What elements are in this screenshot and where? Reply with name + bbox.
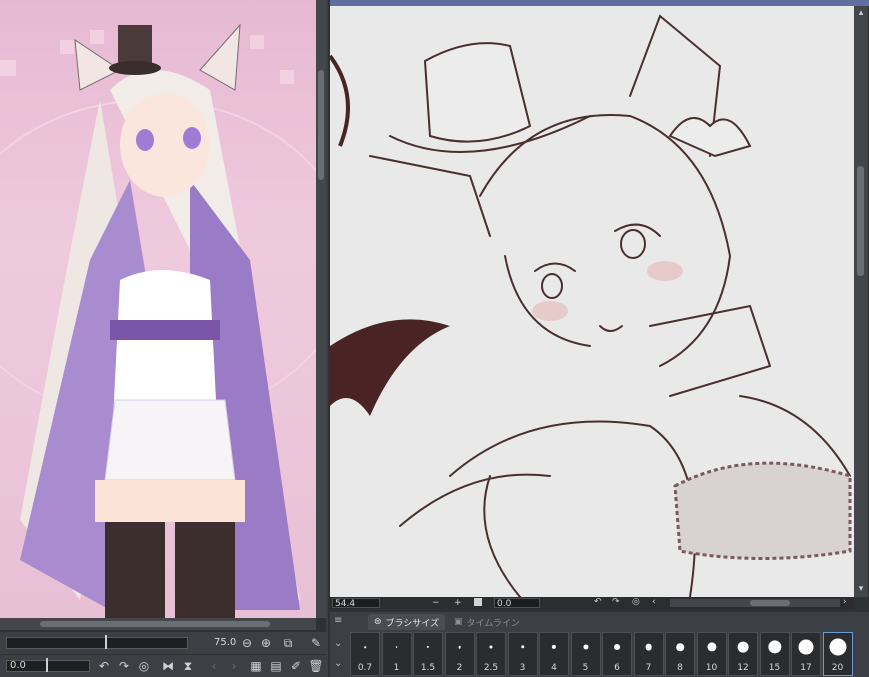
brush-size-label: 2.5 <box>483 663 499 673</box>
brush-size-cell[interactable]: 8 <box>665 632 695 676</box>
reference-zoom-toolbar: 75.0 ⊖ ⊕ ⧉ ✎ <box>0 632 326 654</box>
tab-brush-size[interactable]: ⊜ ブラシサイズ <box>368 614 446 630</box>
tab-timeline[interactable]: ▣ タイムライン <box>448 614 526 630</box>
brush-size-label: 8 <box>677 663 683 673</box>
brush-size-label: 4 <box>551 663 557 673</box>
brush-size-label: 7 <box>645 663 652 673</box>
brush-size-cell[interactable]: 6 <box>602 632 632 676</box>
collapse-icon[interactable]: ⌄ <box>334 638 342 649</box>
brush-size-icon: ⊜ <box>374 617 382 627</box>
zoom-in-icon[interactable]: ⊕ <box>258 635 274 651</box>
brush-size-label: 10 <box>705 663 718 673</box>
brush-size-cell[interactable]: 10 <box>696 632 727 676</box>
brush-size-panel: ≡ ⌄ ⌄ ⊜ ブラシサイズ ▣ タイムライン 0.7 1 1.5 2 2.5 3 4 5 6 7… <box>330 612 869 677</box>
brush-size-label: 0.7 <box>357 663 373 673</box>
rotation-slider-thumb[interactable] <box>46 658 48 672</box>
brush-size-preview-icon <box>798 639 814 655</box>
brush-size-label: 17 <box>800 663 812 673</box>
brush-size-preview-icon <box>706 642 717 652</box>
brush-size-cell[interactable]: 4 <box>539 632 569 676</box>
brush-size-cell[interactable]: 3 <box>507 632 538 676</box>
brush-size-label: 3 <box>519 663 526 673</box>
brush-size-cell[interactable]: 15 <box>759 632 790 676</box>
brush-size-cell[interactable]: 2.5 <box>476 632 506 676</box>
rotate-left-icon[interactable]: ↶ <box>594 597 602 607</box>
canvas-zoom-field[interactable]: 54.4 <box>332 598 380 609</box>
prev-icon[interactable]: ‹ <box>206 658 222 674</box>
brush-size-preview-icon <box>458 645 461 649</box>
brush-size-preview-icon <box>614 644 620 650</box>
canvas-status-bar: 54.4 − + 0.0 ↶ ↷ ◎ ‹ › <box>330 597 854 609</box>
brush-size-preview-icon <box>829 638 846 656</box>
brush-size-preview-icon <box>737 641 749 653</box>
sketch-artwork <box>330 14 852 597</box>
trash-icon[interactable]: 🗑 <box>308 658 324 674</box>
brush-size-cell[interactable]: 1 <box>381 632 412 676</box>
brush-size-preview-icon <box>520 645 525 649</box>
flip-v-icon[interactable]: ⧗ <box>180 658 196 674</box>
brush-size-cell[interactable]: 2 <box>444 632 475 676</box>
zoom-slider-thumb[interactable] <box>105 635 107 649</box>
brush-size-preview-icon <box>426 645 430 649</box>
reset-icon[interactable]: ◎ <box>136 658 152 674</box>
zoom-out-icon[interactable]: − <box>432 598 440 608</box>
undo-icon[interactable]: ↶ <box>96 658 112 674</box>
brush-size-label: 12 <box>737 663 749 673</box>
character-illustration <box>0 23 316 618</box>
rotation-value: 0.0 <box>10 660 26 671</box>
brush-size-cell[interactable]: 1.5 <box>413 632 443 676</box>
redo-icon[interactable]: ↷ <box>116 658 132 674</box>
brush-size-cell[interactable]: 12 <box>728 632 758 676</box>
brush-size-preview-icon <box>489 645 493 649</box>
brush-size-preview-icon <box>582 644 589 650</box>
canvas-horizontal-scrollbar[interactable] <box>670 599 840 607</box>
zoom-in-icon[interactable]: + <box>454 598 462 608</box>
brush-size-preview-icon <box>767 640 782 654</box>
brush-size-label: 2 <box>456 663 463 673</box>
brush-size-preview-icon <box>551 644 557 650</box>
brush-size-label: 5 <box>582 663 589 673</box>
flip-h-icon[interactable]: ⧓ <box>160 658 176 674</box>
zoom-value: 75.0 <box>214 637 237 648</box>
eyedropper-icon[interactable]: ✎ <box>308 635 324 651</box>
reference-image[interactable] <box>0 0 316 618</box>
drawing-canvas[interactable] <box>330 6 854 597</box>
canvas-angle-field[interactable]: 0.0 <box>494 598 540 609</box>
zoom-out-icon[interactable]: ⊖ <box>239 635 255 651</box>
reference-horizontal-scrollbar[interactable] <box>0 618 316 630</box>
scroll-left-icon[interactable]: ‹ <box>652 597 656 607</box>
reference-rotate-toolbar: 0.0 ↶ ↷ ◎ ⧓ ⧗ ‹ › ▦ ▤ ✐ 🗑 <box>0 655 326 677</box>
rotate-reset-icon[interactable]: ◎ <box>632 597 640 607</box>
brush-size-label: 6 <box>614 663 620 673</box>
menu-icon[interactable]: ≡ <box>334 616 344 626</box>
edit-icon[interactable]: ✐ <box>288 658 304 674</box>
brush-size-preview-icon <box>395 646 398 648</box>
brush-size-preview-icon <box>676 643 684 651</box>
brush-size-preview-icon <box>364 646 366 648</box>
brush-size-label: 20 <box>831 663 844 673</box>
brush-size-cell[interactable]: 7 <box>633 632 664 676</box>
next-icon[interactable]: › <box>226 658 242 674</box>
canvas-vertical-scrollbar[interactable] <box>854 6 868 597</box>
scroll-right-icon[interactable]: › <box>843 597 847 607</box>
brush-size-label: 1 <box>393 663 400 673</box>
brush-size-cell[interactable]: 20 <box>822 632 853 676</box>
fit-icon[interactable] <box>474 598 482 606</box>
brush-size-preview-icon <box>645 643 652 651</box>
timeline-icon: ▣ <box>454 617 463 627</box>
brush-size-cell[interactable]: 5 <box>570 632 601 676</box>
grid-icon[interactable]: ▦ <box>248 658 264 674</box>
brush-size-label: 15 <box>768 663 781 673</box>
scroll-up-icon[interactable]: ▴ <box>855 8 867 20</box>
brush-size-label: 1.5 <box>420 663 436 673</box>
fit-icon[interactable]: ⧉ <box>280 635 296 651</box>
brush-size-cell[interactable]: 17 <box>791 632 821 676</box>
open-folder-icon[interactable]: ▤ <box>268 658 284 674</box>
scroll-down-icon[interactable]: ▾ <box>855 584 867 596</box>
reference-vertical-scrollbar[interactable] <box>316 0 326 618</box>
brush-size-cell[interactable]: 0.7 <box>350 632 380 676</box>
expand-icon[interactable]: ⌄ <box>334 658 342 669</box>
zoom-slider[interactable] <box>6 637 188 649</box>
rotate-right-icon[interactable]: ↷ <box>612 597 620 607</box>
